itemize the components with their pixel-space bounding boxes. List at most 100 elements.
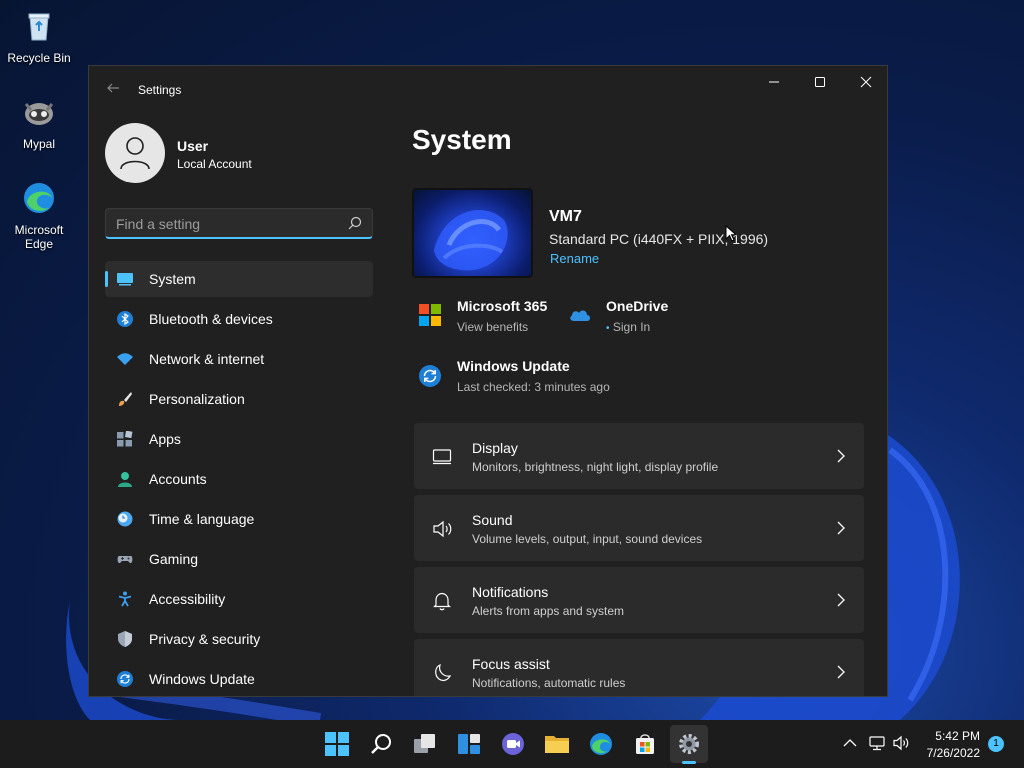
page-title: System (412, 124, 512, 155)
arrow-left-icon (107, 83, 119, 93)
desktop-icon-edge[interactable]: Microsoft Edge (1, 180, 77, 251)
recycle-bin-icon (28, 13, 50, 41)
taskbar-search-button[interactable] (367, 730, 395, 758)
sidebar-item-label: Bluetooth & devices (149, 311, 273, 327)
chat-button[interactable] (499, 730, 527, 758)
chat-camera-icon (502, 733, 524, 755)
wallpaper-bloom-thumbnail (434, 210, 508, 271)
sidebar-item-network[interactable]: Network & internet (105, 341, 373, 377)
folder-icon (545, 736, 569, 753)
minimize-icon (769, 81, 779, 83)
sidebar-item-accessibility[interactable]: Accessibility (105, 581, 373, 617)
sidebar-item-privacy[interactable]: Privacy & security (105, 621, 373, 657)
card-title: Display (472, 440, 518, 456)
clock-time[interactable]: 5:42 PM (935, 729, 980, 743)
search-input[interactable] (116, 215, 336, 233)
minimize-button[interactable] (751, 66, 797, 98)
back-button[interactable] (105, 80, 123, 98)
close-button[interactable] (843, 66, 887, 98)
person-outline-icon (120, 137, 150, 170)
card-title: Notifications (472, 584, 549, 600)
device-wallpaper-thumbnail[interactable] (412, 188, 533, 278)
start-button[interactable] (323, 730, 351, 758)
user-account-type: Local Account (177, 157, 252, 171)
notification-badge[interactable]: 1 (988, 736, 1004, 752)
quick-link-subtitle: • Sign In (606, 320, 706, 334)
widgets-button[interactable] (455, 730, 483, 758)
close-icon (860, 76, 872, 88)
settings-card-sound[interactable]: Sound Volume levels, output, input, soun… (414, 495, 864, 561)
settings-card-display[interactable]: Display Monitors, brightness, night ligh… (414, 423, 864, 489)
card-subtitle: Volume levels, output, input, sound devi… (472, 532, 703, 546)
monitor-icon (432, 449, 452, 465)
search-icon (371, 734, 391, 754)
settings-taskbar-button[interactable] (670, 725, 708, 763)
sidebar-item-label: Accessibility (149, 591, 226, 607)
card-subtitle: Notifications, automatic rules (472, 676, 626, 690)
sidebar-item-label: Privacy & security (149, 631, 261, 647)
taskbar: 5:42 PM 7/26/2022 1 (0, 720, 1024, 768)
rename-link[interactable]: Rename (550, 251, 599, 266)
sidebar-item-label: Personalization (149, 391, 245, 407)
edge-icon (24, 183, 54, 213)
brush-icon (119, 392, 132, 406)
display-icon (117, 273, 133, 286)
clock-date[interactable]: 7/26/2022 (927, 746, 980, 760)
sidebar-item-personalization[interactable]: Personalization (105, 381, 373, 417)
mouse-cursor-icon (725, 225, 737, 242)
desktop-icon-mypal[interactable]: Mypal (1, 94, 77, 151)
device-name: VM7 (549, 208, 582, 225)
sidebar-item-label: Network & internet (149, 351, 265, 367)
maximize-button[interactable] (797, 66, 843, 98)
search-icon (348, 216, 362, 230)
card-title: Sound (472, 512, 513, 528)
user-name: User (177, 138, 209, 154)
sidebar-item-gaming[interactable]: Gaming (105, 541, 373, 577)
quick-link-title: Windows Update (457, 358, 570, 374)
onedrive-icon (570, 310, 590, 321)
sidebar-item-system[interactable]: System (105, 261, 373, 297)
edge-taskbar-button[interactable] (587, 730, 615, 758)
sidebar-item-accounts[interactable]: Accounts (105, 461, 373, 497)
quick-link-title: Microsoft 365 (457, 298, 548, 314)
sidebar-item-label: System (149, 271, 196, 287)
sidebar-item-windows-update[interactable]: Windows Update (105, 661, 373, 696)
desktop-icon-label: Microsoft Edge (14, 223, 64, 251)
sidebar-item-bluetooth[interactable]: Bluetooth & devices (105, 301, 373, 337)
quick-link-title: OneDrive (606, 298, 669, 314)
task-view-button[interactable] (411, 730, 439, 758)
maximize-icon (815, 77, 825, 87)
desktop-icon-label: Mypal (22, 137, 55, 151)
settings-card-notifications[interactable]: Notifications Alerts from apps and syste… (414, 567, 864, 633)
microsoft365-icon (419, 304, 441, 326)
chevron-right-icon (837, 449, 845, 463)
card-title: Focus assist (472, 656, 550, 672)
sidebar-item-label: Accounts (149, 471, 207, 487)
settings-card-focus-assist[interactable]: Focus assist Notifications, automatic ru… (414, 639, 864, 696)
avatar[interactable] (105, 123, 165, 183)
status-dot-icon: • (606, 323, 610, 334)
sidebar-item-label: Time & language (149, 511, 255, 527)
sidebar-item-apps[interactable]: Apps (105, 421, 373, 457)
network-monitor-icon[interactable] (868, 734, 886, 752)
active-app-indicator (682, 761, 696, 764)
desktop-icon-label: Recycle Bin (7, 51, 71, 65)
wifi-icon (117, 353, 133, 365)
store-button[interactable] (631, 730, 659, 758)
accessibility-icon (118, 591, 132, 607)
desktop-icon-recycle-bin[interactable]: Recycle Bin (1, 8, 77, 65)
volume-icon[interactable] (892, 734, 910, 752)
quick-link-subtitle-text: Sign In (612, 320, 651, 334)
sidebar-item-time-language[interactable]: Time & language (105, 501, 373, 537)
apps-icon (117, 431, 133, 447)
gear-icon (679, 734, 699, 754)
windows-update-icon (419, 365, 441, 387)
search-box[interactable] (105, 208, 373, 239)
sidebar-item-label: Windows Update (149, 671, 255, 687)
clock-globe-icon (117, 511, 133, 527)
sidebar-nav: System Bluetooth & devices Network & int… (105, 261, 373, 696)
file-explorer-button[interactable] (543, 730, 571, 758)
sidebar-item-label: Apps (149, 431, 181, 447)
chevron-up-icon[interactable] (841, 734, 859, 752)
person-icon (118, 472, 132, 487)
